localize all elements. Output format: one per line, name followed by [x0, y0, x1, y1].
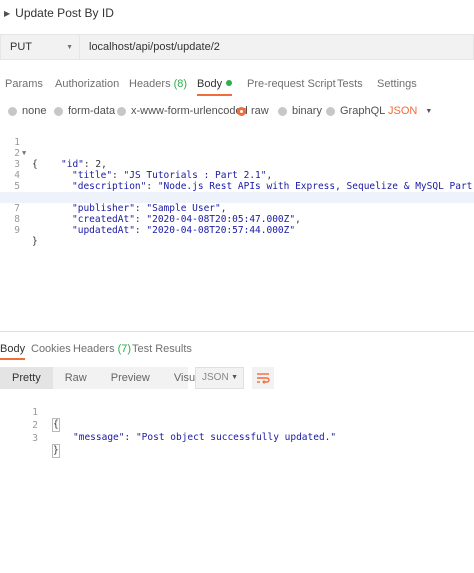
radio-selected-icon — [237, 106, 246, 116]
body-indicator-dot — [226, 80, 233, 86]
tab-tests[interactable]: Tests — [337, 74, 363, 96]
radio-form-data[interactable]: form-data — [54, 102, 115, 120]
chevron-down-icon: ▼ — [425, 107, 433, 115]
radio-urlencoded-label: x-www-form-urlencoded — [131, 105, 248, 117]
code-line: 1 ▼ { — [0, 126, 474, 170]
radio-binary-label: binary — [292, 105, 322, 117]
tab-cookies[interactable]: Cookies — [31, 340, 71, 360]
chevron-down-icon: ▼ — [231, 374, 238, 381]
code-line: 8 "updatedAt": "2020-04-08T20:57:44.000Z… — [0, 203, 474, 236]
request-title-bar[interactable]: ▶ Update Post By ID — [0, 0, 474, 26]
radio-binary[interactable]: binary — [278, 102, 322, 120]
response-tabs: Body Cookies Headers (7) Test Results — [0, 340, 474, 360]
line-number: 3 — [32, 433, 38, 444]
tab-response-headers-label: Headers — [73, 343, 115, 355]
request-name: Update Post By ID — [15, 6, 114, 20]
tab-authorization[interactable]: Authorization — [55, 74, 119, 96]
code-line: 9 } — [0, 214, 474, 247]
code-line: 5 "published": true, — [0, 170, 474, 203]
tab-test-results[interactable]: Test Results — [132, 340, 192, 360]
response-headers-count: (7) — [117, 343, 132, 355]
radio-icon — [326, 106, 335, 116]
view-mode-tabs: Pretty Raw Preview Visualize — [0, 367, 218, 389]
method-value: PUT — [10, 41, 32, 53]
response-body-viewer[interactable]: 1 { 2 "message": "Post object successful… — [0, 395, 474, 458]
radio-none-label: none — [22, 105, 47, 117]
code-line-highlighted: 7 "createdAt": "2020-04-08T20:05:47.000Z… — [0, 192, 474, 225]
format-dropdown[interactable]: JSON ▼ — [388, 102, 432, 120]
json-key: "updatedAt" — [72, 225, 135, 236]
code-line: 2 "id": 2, — [0, 137, 474, 170]
radio-icon — [8, 106, 17, 116]
radio-icon — [278, 106, 287, 116]
headers-count: (8) — [173, 78, 188, 90]
code-line: 6 "publisher": "Sample User", — [0, 181, 474, 214]
wrap-lines-button[interactable] — [252, 367, 274, 389]
tab-body[interactable]: Body — [197, 74, 233, 96]
response-format-label: JSON — [202, 372, 229, 383]
radio-raw-label: raw — [251, 105, 269, 117]
radio-graphql-label: GraphQL — [340, 105, 386, 117]
code-line: 4 "description": "Node.js Rest APIs with… — [0, 159, 474, 192]
wrap-lines-icon — [257, 373, 270, 384]
tab-settings[interactable]: Settings — [377, 74, 417, 96]
body-type-selector: none form-data x-www-form-urlencoded raw… — [0, 102, 474, 120]
url-bar: PUT ▼ localhost/api/post/update/2 — [0, 34, 474, 60]
radio-icon — [54, 106, 63, 116]
tab-response-body[interactable]: Body — [0, 340, 26, 360]
caret-right-icon[interactable]: ▶ — [4, 9, 10, 18]
json-value: "2020-04-08T20:57:44.000Z" — [146, 225, 296, 236]
view-preview[interactable]: Preview — [99, 367, 162, 389]
tab-headers-label: Headers — [129, 78, 171, 90]
tab-params[interactable]: Params — [5, 74, 43, 96]
response-format-dropdown[interactable]: JSON ▼ — [195, 367, 244, 389]
code-line: 3 "title": "JS Tutorials : Part 2.1", — [0, 148, 474, 181]
code-line: 1 { — [0, 395, 474, 432]
tab-response-headers[interactable]: Headers (7) — [73, 340, 131, 360]
view-raw[interactable]: Raw — [53, 367, 99, 389]
json-value: "Post object successfully updated." — [135, 432, 337, 443]
radio-urlencoded[interactable]: x-www-form-urlencoded — [117, 102, 248, 120]
request-body-editor[interactable]: 1 ▼ { 2 "id": 2, 3 "title": "JS Tutorial… — [0, 124, 474, 324]
response-toolbar: Pretty Raw Preview Visualize JSON ▼ — [0, 367, 474, 389]
method-select[interactable]: PUT ▼ — [0, 34, 80, 60]
radio-graphql[interactable]: GraphQL — [326, 102, 385, 120]
url-input[interactable]: localhost/api/post/update/2 — [80, 34, 474, 60]
radio-icon — [117, 106, 126, 116]
json-key: "message" — [73, 432, 125, 443]
tab-body-label: Body — [197, 78, 223, 90]
request-tabs: Params Authorization Headers (8) Body Pr… — [0, 74, 474, 96]
radio-form-data-label: form-data — [68, 105, 116, 117]
pane-divider[interactable] — [0, 331, 474, 332]
code-line: 2 "message": "Post object successfully u… — [0, 408, 474, 443]
format-dropdown-label: JSON — [388, 105, 418, 117]
tab-prerequest-script[interactable]: Pre-request Script — [247, 74, 336, 96]
code-line: 3 } — [0, 421, 474, 458]
code-close-brace: } — [52, 444, 60, 458]
radio-none[interactable]: none — [8, 102, 46, 120]
view-pretty[interactable]: Pretty — [0, 367, 53, 389]
line-number: 9 — [14, 225, 20, 236]
tab-headers[interactable]: Headers (8) — [129, 74, 187, 96]
chevron-down-icon: ▼ — [66, 44, 73, 51]
radio-raw[interactable]: raw — [237, 102, 269, 120]
code-close-brace: } — [32, 236, 38, 247]
